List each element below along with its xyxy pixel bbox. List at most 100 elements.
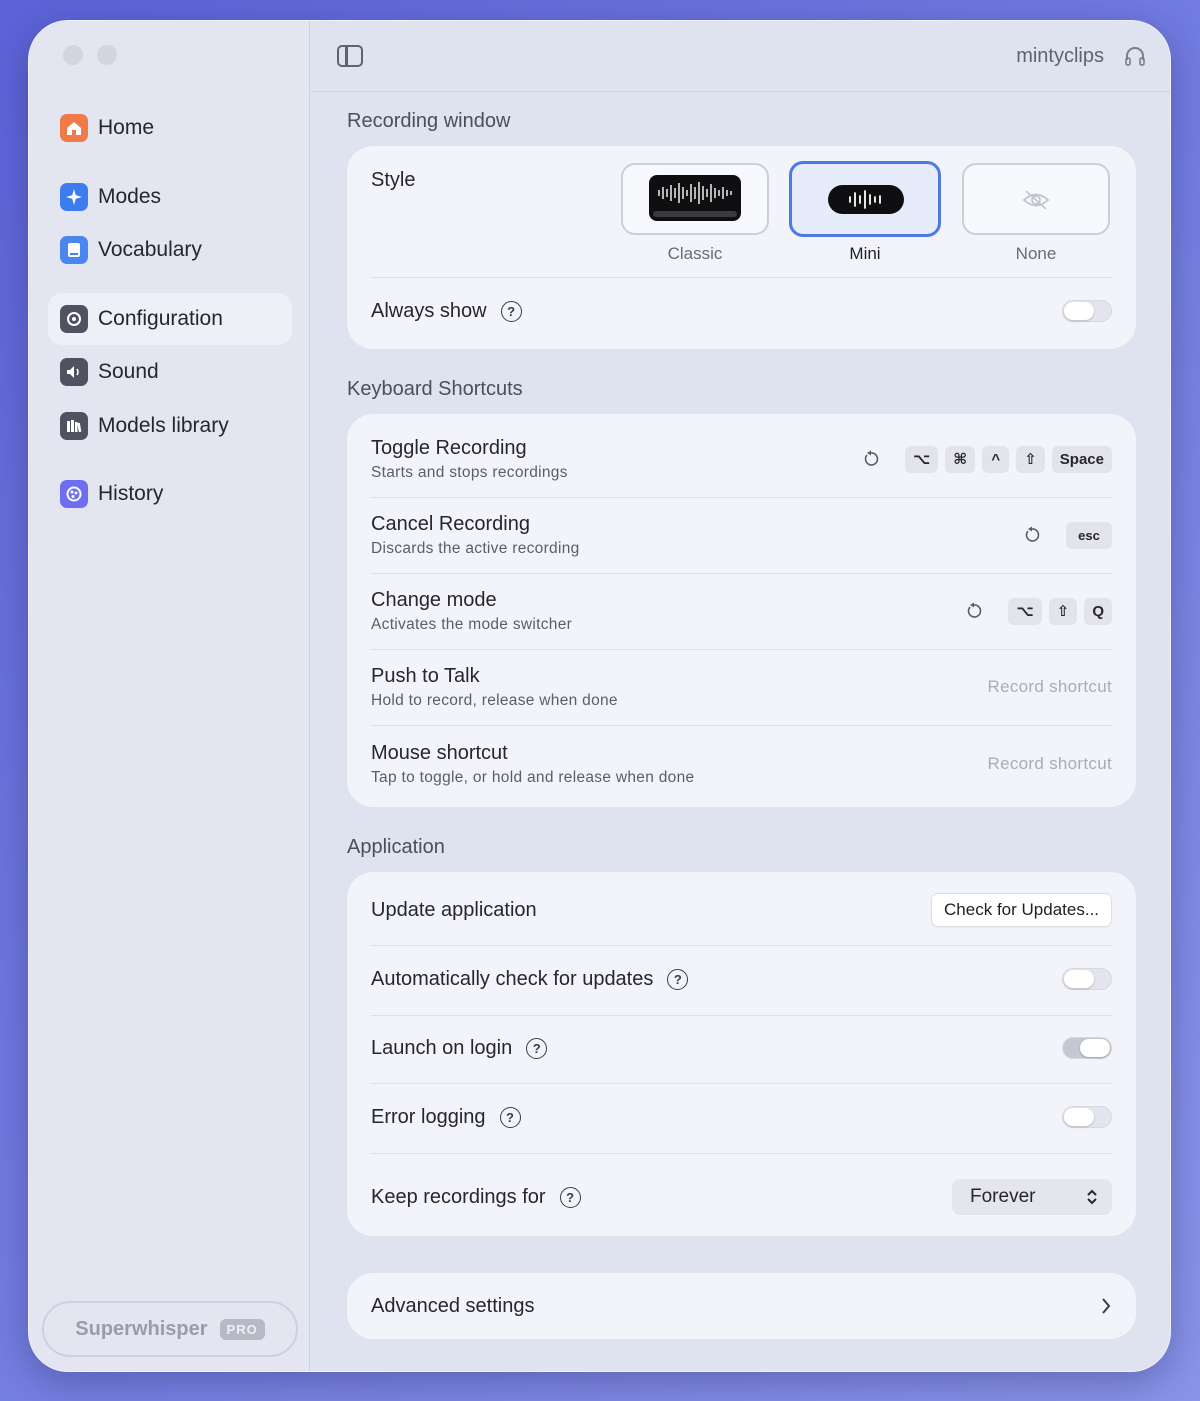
reset-icon[interactable]	[1023, 526, 1041, 544]
launch-on-login-row: Launch on login ?	[371, 1030, 1112, 1066]
app-window: Home Modes Vocabulary Configuration Soun	[28, 20, 1171, 1372]
auto-check-row: Automatically check for updates ?	[371, 961, 1112, 997]
error-logging-toggle[interactable]	[1062, 1106, 1112, 1128]
always-show-toggle[interactable]	[1062, 300, 1112, 322]
account-name[interactable]: mintyclips	[1016, 45, 1104, 68]
shortcut-keys[interactable]: ⌥ ⇧ Q	[965, 597, 1112, 625]
divider	[371, 277, 1112, 278]
advanced-settings-row: Advanced settings	[371, 1288, 1112, 1324]
error-logging-row: Error logging ?	[371, 1099, 1112, 1135]
divider	[371, 497, 1112, 498]
mini-waveform-icon	[828, 185, 904, 214]
sidebar-item-history[interactable]: History	[48, 468, 292, 520]
key-option: ⌥	[1008, 597, 1042, 625]
launch-on-login-toggle[interactable]	[1062, 1037, 1112, 1059]
main-content: mintyclips Recording window Style Classi…	[311, 21, 1170, 1371]
check-for-updates-button[interactable]: Check for Updates...	[931, 893, 1112, 927]
sidebar-toggle-icon[interactable]	[337, 45, 363, 67]
key-space: Space	[1051, 445, 1112, 473]
sidebar-item-home[interactable]: Home	[48, 102, 292, 154]
shortcut-row-mouse: Mouse shortcut Tap to toggle, or hold an…	[371, 739, 1112, 789]
always-show-label: Always show	[371, 299, 487, 322]
sidebar-item-models-library[interactable]: Models library	[48, 400, 292, 452]
key-shift: ⇧	[1048, 597, 1078, 625]
divider	[371, 573, 1112, 574]
error-logging-label: Error logging	[371, 1105, 486, 1128]
sidebar-item-label: Sound	[98, 360, 159, 383]
recording-window-card: Style Classic Mini None Always show ?	[347, 146, 1136, 349]
window-controls	[63, 45, 117, 65]
shortcut-row-change-mode: Change mode Activates the mode switcher …	[371, 586, 1112, 636]
style-option-classic[interactable]	[621, 163, 769, 235]
keep-recordings-value: Forever	[970, 1186, 1036, 1207]
style-label-none: None	[1015, 244, 1057, 263]
update-application-row: Update application Check for Updates...	[371, 892, 1112, 928]
help-icon[interactable]: ?	[500, 300, 522, 322]
key-q: Q	[1084, 597, 1112, 625]
minimize-window-button[interactable]	[97, 45, 117, 65]
sidebar-item-sound[interactable]: Sound	[48, 346, 292, 398]
sidebar-item-modes[interactable]: Modes	[48, 171, 292, 223]
home-icon	[60, 114, 88, 142]
key-command: ⌘	[945, 445, 976, 473]
reset-icon[interactable]	[965, 602, 983, 620]
help-icon[interactable]: ?	[667, 968, 689, 990]
sidebar-item-configuration[interactable]: Configuration	[48, 293, 292, 345]
shortcut-title: Change mode	[371, 588, 497, 611]
help-icon[interactable]: ?	[559, 1186, 581, 1208]
style-label-mini: Mini	[849, 244, 881, 263]
shortcut-keys[interactable]: esc	[1023, 521, 1112, 549]
application-card: Update application Check for Updates... …	[347, 872, 1136, 1236]
style-option-none[interactable]	[962, 163, 1110, 235]
advanced-settings-card[interactable]: Advanced settings	[347, 1273, 1136, 1339]
sidebar: Home Modes Vocabulary Configuration Soun	[29, 21, 310, 1371]
key-escape: esc	[1066, 521, 1112, 549]
shortcut-keys[interactable]: ⌥ ⌘ ^ ⇧ Space	[862, 445, 1112, 473]
book-icon	[60, 236, 88, 264]
shortcut-title: Mouse shortcut	[371, 741, 508, 764]
section-title-keyboard-shortcuts: Keyboard Shortcuts	[347, 378, 523, 400]
record-shortcut-button[interactable]: Record shortcut	[988, 754, 1113, 774]
sidebar-item-label: Vocabulary	[98, 238, 202, 261]
pro-badge: PRO	[219, 1318, 265, 1340]
record-shortcut-button[interactable]: Record shortcut	[988, 677, 1113, 697]
sidebar-item-label: Home	[98, 116, 155, 139]
close-window-button[interactable]	[63, 45, 83, 65]
speaker-icon	[60, 358, 88, 386]
reset-icon[interactable]	[862, 450, 880, 468]
upgrade-pill[interactable]: Superwhisper PRO	[42, 1301, 298, 1357]
advanced-settings-label: Advanced settings	[371, 1294, 535, 1317]
sidebar-item-label: History	[98, 482, 164, 505]
sidebar-item-vocabulary[interactable]: Vocabulary	[48, 224, 292, 276]
shortcut-subtitle: Tap to toggle, or hold and release when …	[371, 768, 695, 786]
sidebar-item-label: Modes	[98, 185, 162, 208]
divider	[371, 1153, 1112, 1154]
auto-check-toggle[interactable]	[1062, 968, 1112, 990]
shortcut-row-push-to-talk: Push to Talk Hold to record, release whe…	[371, 662, 1112, 712]
shortcut-title: Push to Talk	[371, 664, 480, 687]
divider	[371, 1015, 1112, 1016]
section-title-application: Application	[347, 836, 445, 858]
gear-icon	[60, 305, 88, 333]
style-label-classic: Classic	[667, 244, 723, 263]
headphones-icon[interactable]	[1124, 45, 1146, 67]
section-title-recording-window: Recording window	[347, 110, 511, 132]
keep-recordings-select[interactable]: Forever	[952, 1179, 1112, 1215]
launch-on-login-label: Launch on login	[371, 1036, 513, 1059]
eye-slash-icon	[1022, 190, 1050, 210]
help-icon[interactable]: ?	[499, 1106, 521, 1128]
auto-check-label: Automatically check for updates	[371, 967, 654, 990]
key-option: ⌥	[905, 445, 939, 473]
shortcut-subtitle: Discards the active recording	[371, 539, 580, 557]
library-icon	[60, 412, 88, 440]
divider	[371, 725, 1112, 726]
help-icon[interactable]: ?	[526, 1037, 548, 1059]
divider	[371, 1083, 1112, 1084]
app-brand-label: Superwhisper	[75, 1317, 208, 1340]
style-option-mini[interactable]	[789, 161, 941, 237]
chevron-right-icon	[1102, 1298, 1111, 1314]
shortcut-title: Cancel Recording	[371, 512, 530, 535]
shortcut-subtitle: Activates the mode switcher	[371, 615, 573, 633]
sidebar-item-label: Configuration	[98, 307, 223, 330]
shortcut-row-toggle-recording: Toggle Recording Starts and stops record…	[371, 434, 1112, 484]
